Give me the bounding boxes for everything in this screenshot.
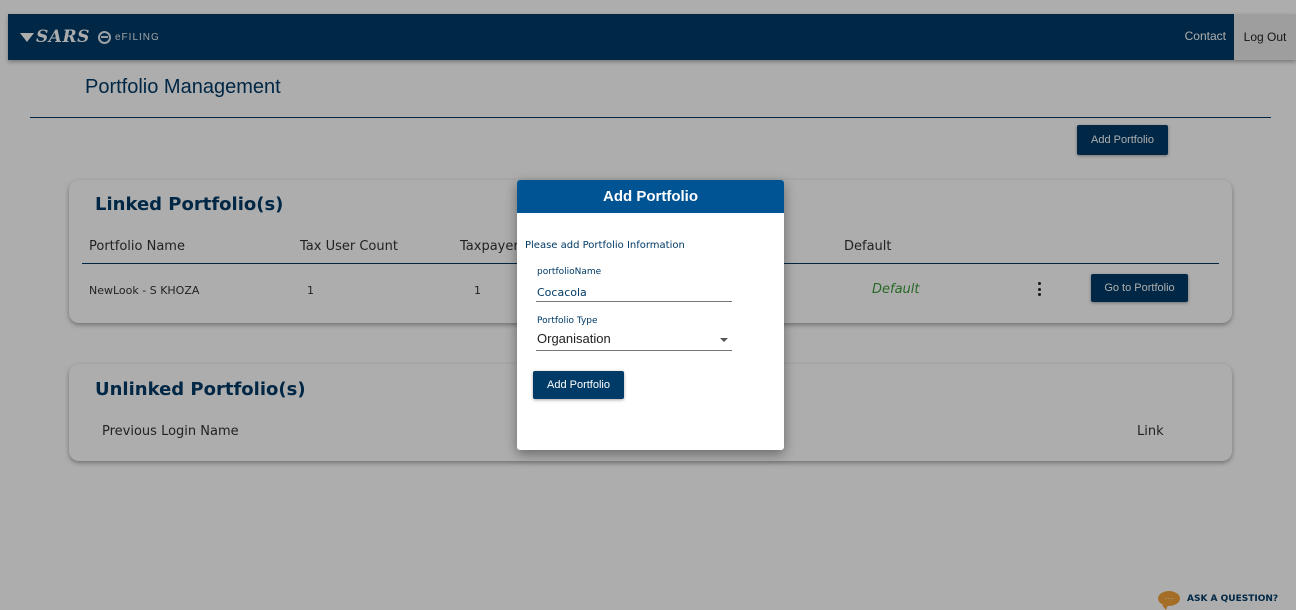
dialog-subtitle: Please add Portfolio Information [525, 240, 685, 251]
dropdown-caret-icon[interactable] [720, 338, 728, 342]
portfolio-name-input[interactable]: Cocacola [537, 286, 587, 299]
portfolio-type-select[interactable]: Organisation [537, 331, 611, 346]
portfolio-name-label: portfolioName [537, 267, 602, 277]
submit-add-portfolio-button[interactable]: Add Portfolio [533, 371, 624, 399]
dialog-title: Add Portfolio [517, 180, 784, 213]
add-portfolio-dialog: Add Portfolio Please add Portfolio Infor… [517, 180, 784, 450]
portfolio-type-label: Portfolio Type [537, 316, 598, 326]
portfolio-name-underline [536, 301, 732, 302]
portfolio-type-underline [536, 350, 732, 351]
